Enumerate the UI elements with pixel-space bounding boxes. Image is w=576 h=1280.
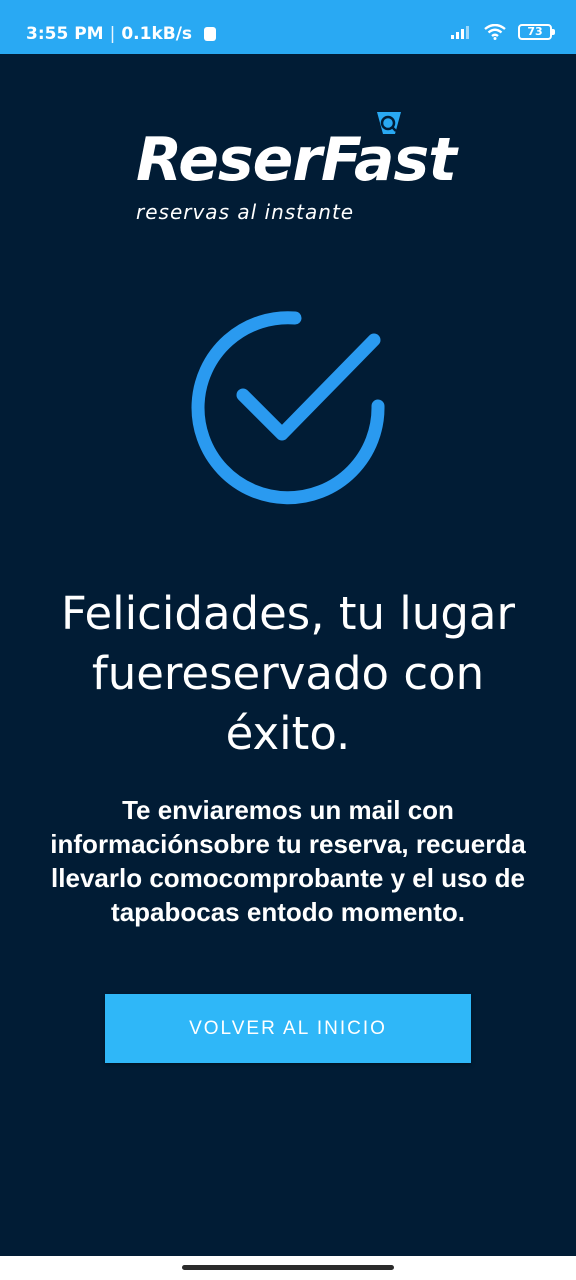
success-message: Te enviaremos un mail con informaciónsob… [50, 795, 526, 927]
status-bar: 3:55 PM | 0.1kB/s 73 [0, 0, 576, 54]
notification-icon [204, 27, 217, 41]
home-indicator[interactable] [182, 1265, 394, 1270]
status-separator: | [109, 24, 116, 44]
signal-icon [451, 26, 469, 39]
navigation-bar [0, 1256, 576, 1280]
logo-tagline: reservas al instante [136, 200, 355, 224]
status-network-speed: 0.1kB/s [121, 24, 193, 44]
wifi-icon [484, 24, 506, 40]
battery-icon: 73 [518, 24, 555, 40]
status-time: 3:55 PM [26, 24, 104, 44]
status-left: 3:55 PM | 0.1kB/s [26, 24, 217, 44]
app-logo: ReserFast reservas al instante [0, 108, 576, 238]
status-right: 73 [450, 24, 555, 40]
success-headline: Felicidades, tu lugar fuereservado con é… [61, 587, 515, 760]
check-circle-icon [191, 311, 385, 505]
logo-wordmark: ReserFast [136, 125, 457, 195]
back-to-home-button[interactable]: VOLVER AL INICIO [105, 994, 471, 1063]
